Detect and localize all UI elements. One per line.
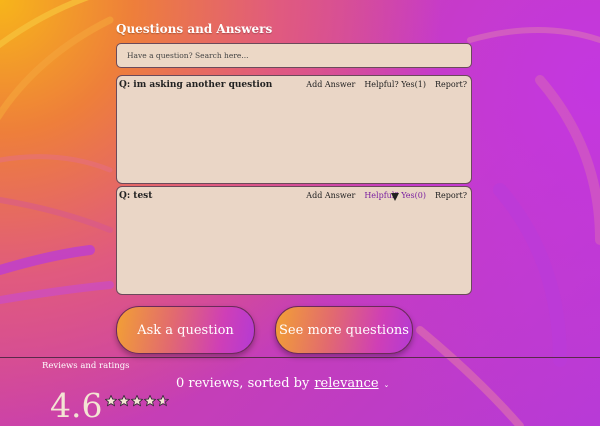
see-more-questions-button[interactable]: See more questions — [275, 306, 413, 354]
section-divider — [0, 357, 600, 358]
mouse-cursor-icon — [391, 193, 399, 201]
question-actions: Add Answer Helpful? Yes(1) Report? — [306, 80, 467, 89]
question-search-input[interactable] — [116, 43, 472, 68]
question-actions: Add Answer Helpful? Yes(0) Report? — [306, 191, 467, 200]
page: Questions and Answers Q: im asking anoth… — [0, 0, 600, 426]
star-icon — [144, 395, 156, 407]
star-rating — [105, 395, 169, 407]
report-link[interactable]: Report? — [435, 191, 467, 200]
average-rating: 4.6 — [50, 386, 103, 425]
add-answer-link[interactable]: Add Answer — [306, 191, 355, 200]
question-text: Q: im asking another question — [119, 80, 273, 90]
question-card: Q: im asking another question Add Answer… — [116, 75, 472, 184]
report-link[interactable]: Report? — [435, 80, 467, 89]
review-sort-bar: 0 reviews, sorted by relevance ⌄ — [176, 376, 389, 391]
star-icon — [157, 395, 169, 407]
ask-question-button[interactable]: Ask a question — [116, 306, 255, 354]
sort-select[interactable]: relevance — [314, 376, 378, 391]
add-answer-link[interactable]: Add Answer — [306, 80, 355, 89]
question-card: Q: test Add Answer Helpful? Yes(0) Repor… — [116, 186, 472, 295]
qa-section-title: Questions and Answers — [116, 22, 273, 36]
question-text: Q: test — [119, 191, 153, 201]
review-count-label: 0 reviews, sorted by — [176, 376, 310, 391]
star-icon — [118, 395, 130, 407]
star-icon — [105, 395, 117, 407]
reviews-section-title: Reviews and ratings — [42, 361, 130, 371]
chevron-down-icon[interactable]: ⌄ — [384, 381, 390, 389]
star-icon — [131, 395, 143, 407]
helpful-yes-link[interactable]: Helpful? Yes(1) — [364, 80, 426, 89]
